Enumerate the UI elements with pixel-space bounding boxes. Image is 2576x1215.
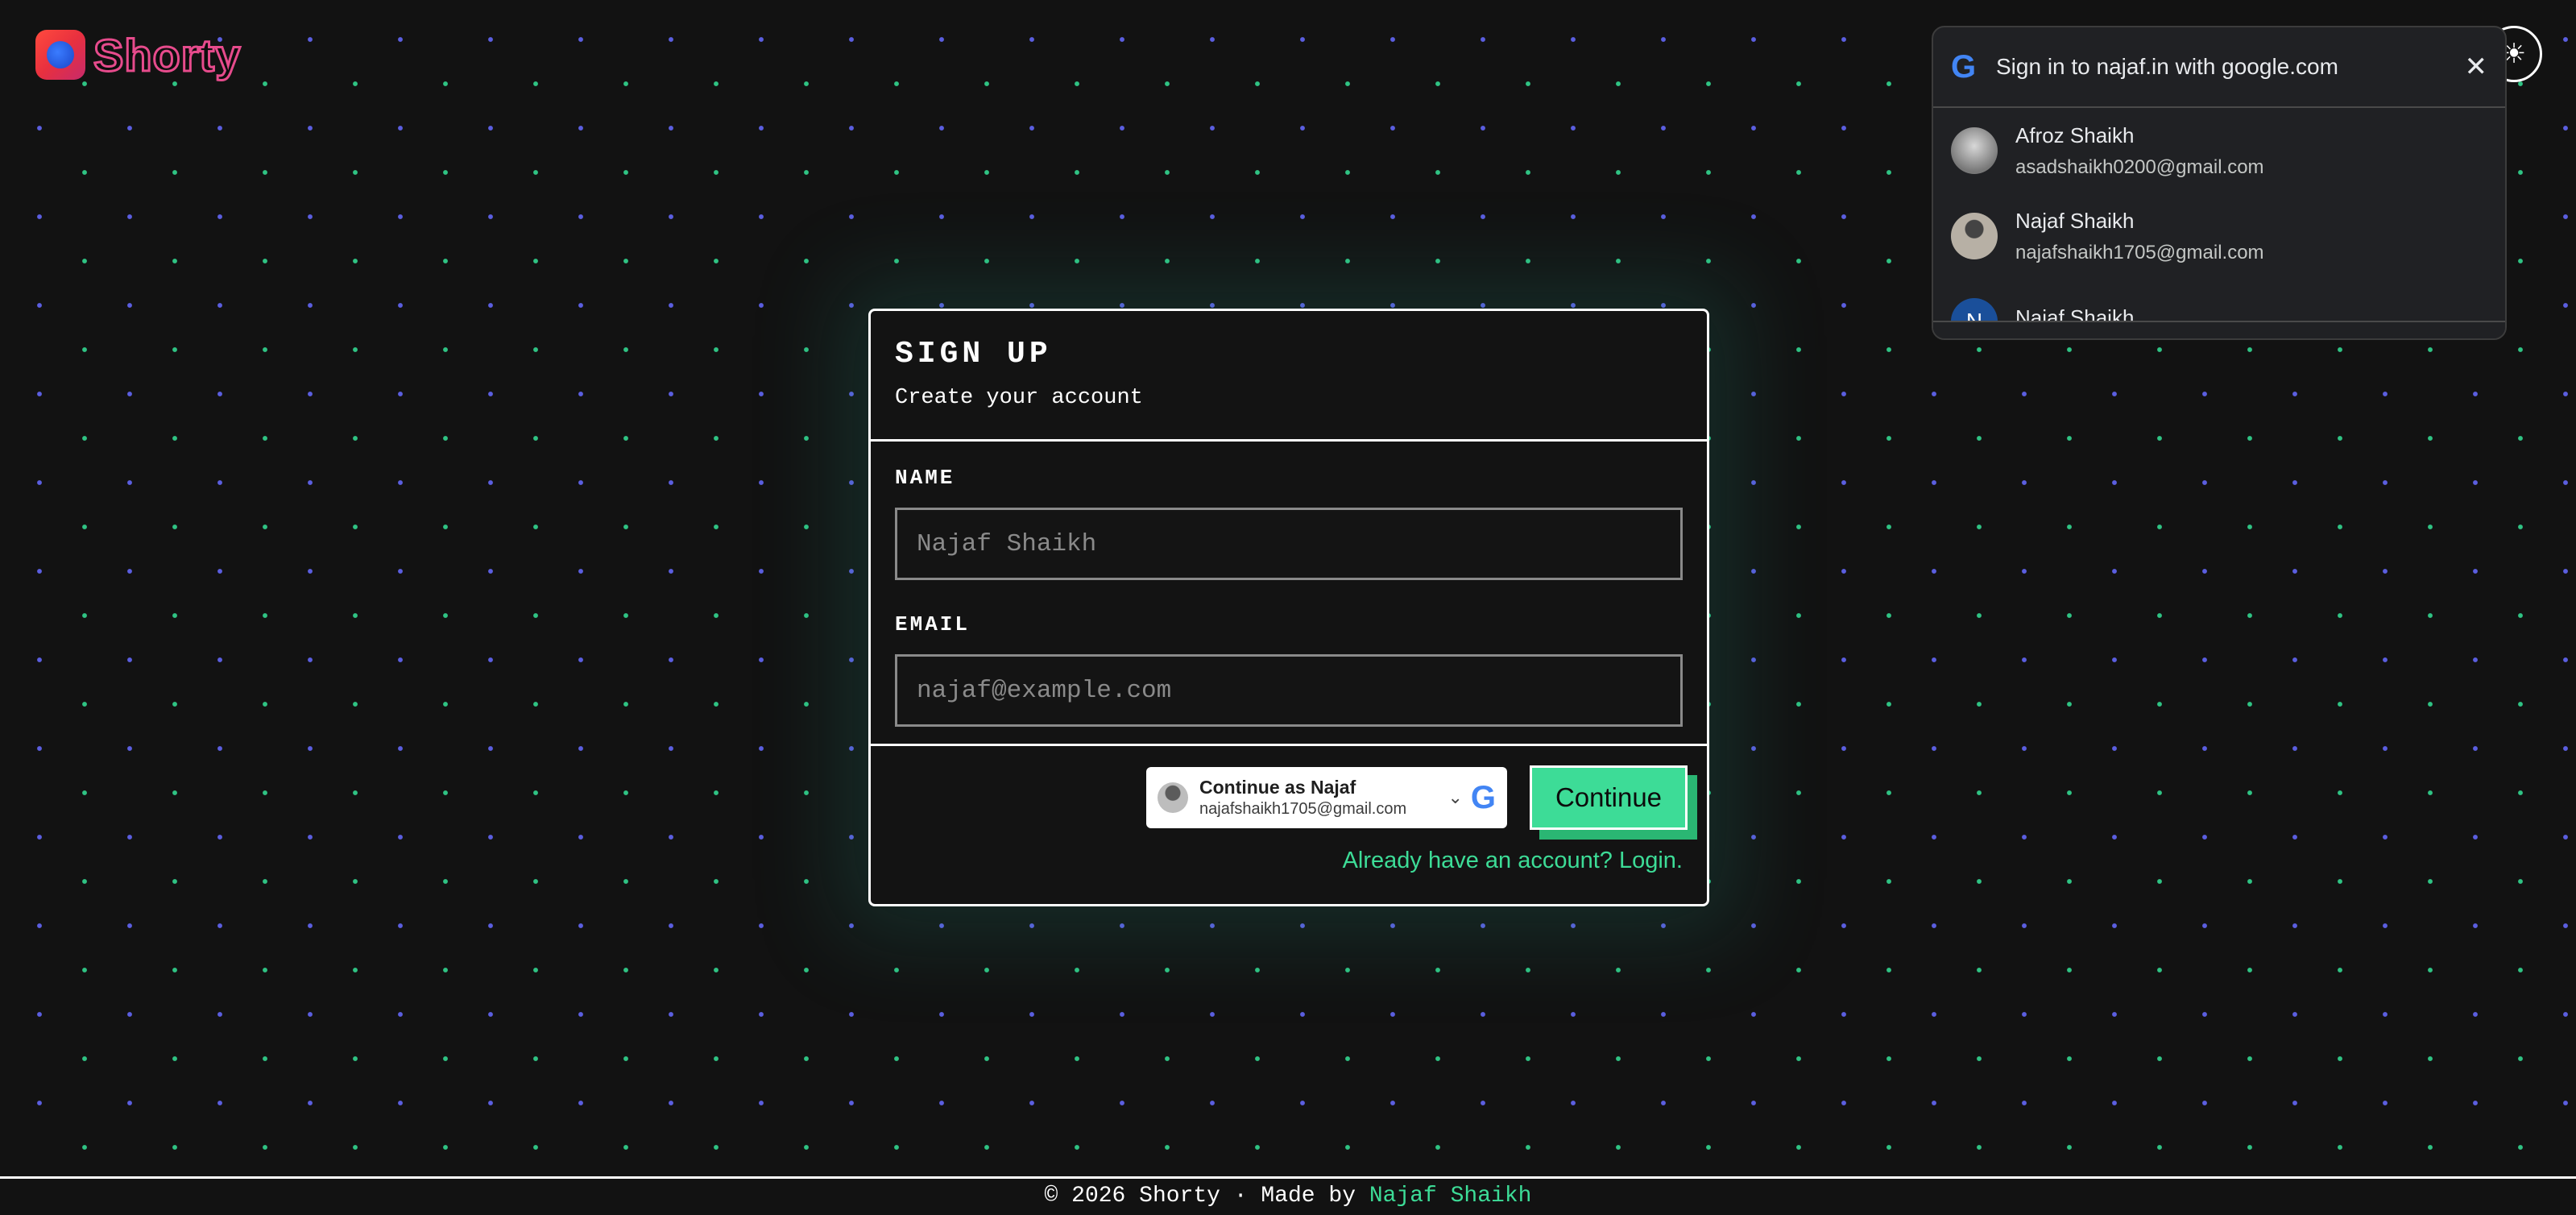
google-g-icon: G bbox=[1470, 779, 1496, 815]
google-signin-popup: G Sign in to najaf.in with google.com ✕ … bbox=[1932, 26, 2507, 340]
account-email: asadshaikh0200@gmail.com bbox=[2015, 156, 2264, 178]
close-icon[interactable]: ✕ bbox=[2465, 51, 2488, 83]
login-link[interactable]: Already have an account? Login. bbox=[1343, 848, 1683, 874]
popup-header: G Sign in to najaf.in with google.com ✕ bbox=[1933, 27, 2505, 108]
email-label: EMAIL bbox=[895, 612, 971, 637]
chevron-down-icon: ⌄ bbox=[1447, 787, 1463, 808]
account-name: Najaf Shaikh bbox=[2015, 208, 2135, 233]
account-name: Afroz Shaikh bbox=[2015, 122, 2135, 147]
popup-title: Sign in to najaf.in with google.com bbox=[1996, 54, 2338, 79]
account-item[interactable]: Najaf Shaikh najafshaikh1705@gmail.com bbox=[1933, 193, 2505, 279]
popup-bottom-divider bbox=[1933, 321, 2505, 338]
avatar bbox=[1951, 213, 1998, 259]
google-button-email: najafshaikh1705@gmail.com bbox=[1199, 800, 1407, 818]
signup-card: SIGN UP Create your account NAME EMAIL C… bbox=[868, 309, 1709, 906]
avatar bbox=[1951, 127, 1998, 174]
google-continue-button[interactable]: Continue as Najaf najafshaikh1705@gmail.… bbox=[1146, 767, 1507, 828]
logo-mark-icon bbox=[35, 30, 85, 80]
card-footer: Continue as Najaf najafshaikh1705@gmail.… bbox=[871, 746, 1707, 904]
brand-logo[interactable]: Shorty bbox=[35, 28, 242, 81]
account-item[interactable]: Afroz Shaikh asadshaikh0200@gmail.com bbox=[1933, 108, 2505, 193]
footer-text: © 2026 Shorty · Made by bbox=[1044, 1184, 1369, 1209]
google-g-icon: G bbox=[1951, 48, 1977, 85]
avatar bbox=[1158, 782, 1188, 813]
card-body: NAME EMAIL bbox=[871, 442, 1707, 746]
card-header: SIGN UP Create your account bbox=[871, 311, 1707, 442]
page-footer: © 2026 Shorty · Made by Najaf Shaikh bbox=[0, 1176, 2576, 1215]
name-input[interactable] bbox=[895, 508, 1683, 580]
footer-author-link[interactable]: Najaf Shaikh bbox=[1369, 1184, 1532, 1209]
email-input[interactable] bbox=[895, 654, 1683, 727]
page-title: SIGN UP bbox=[895, 337, 1052, 371]
name-label: NAME bbox=[895, 466, 955, 490]
continue-button[interactable]: Continue bbox=[1530, 765, 1688, 830]
page-subtitle: Create your account bbox=[895, 386, 1143, 410]
google-button-title: Continue as Najaf bbox=[1199, 777, 1356, 798]
account-email: najafshaikh1705@gmail.com bbox=[2015, 241, 2264, 263]
brand-name: Shorty bbox=[92, 28, 242, 81]
